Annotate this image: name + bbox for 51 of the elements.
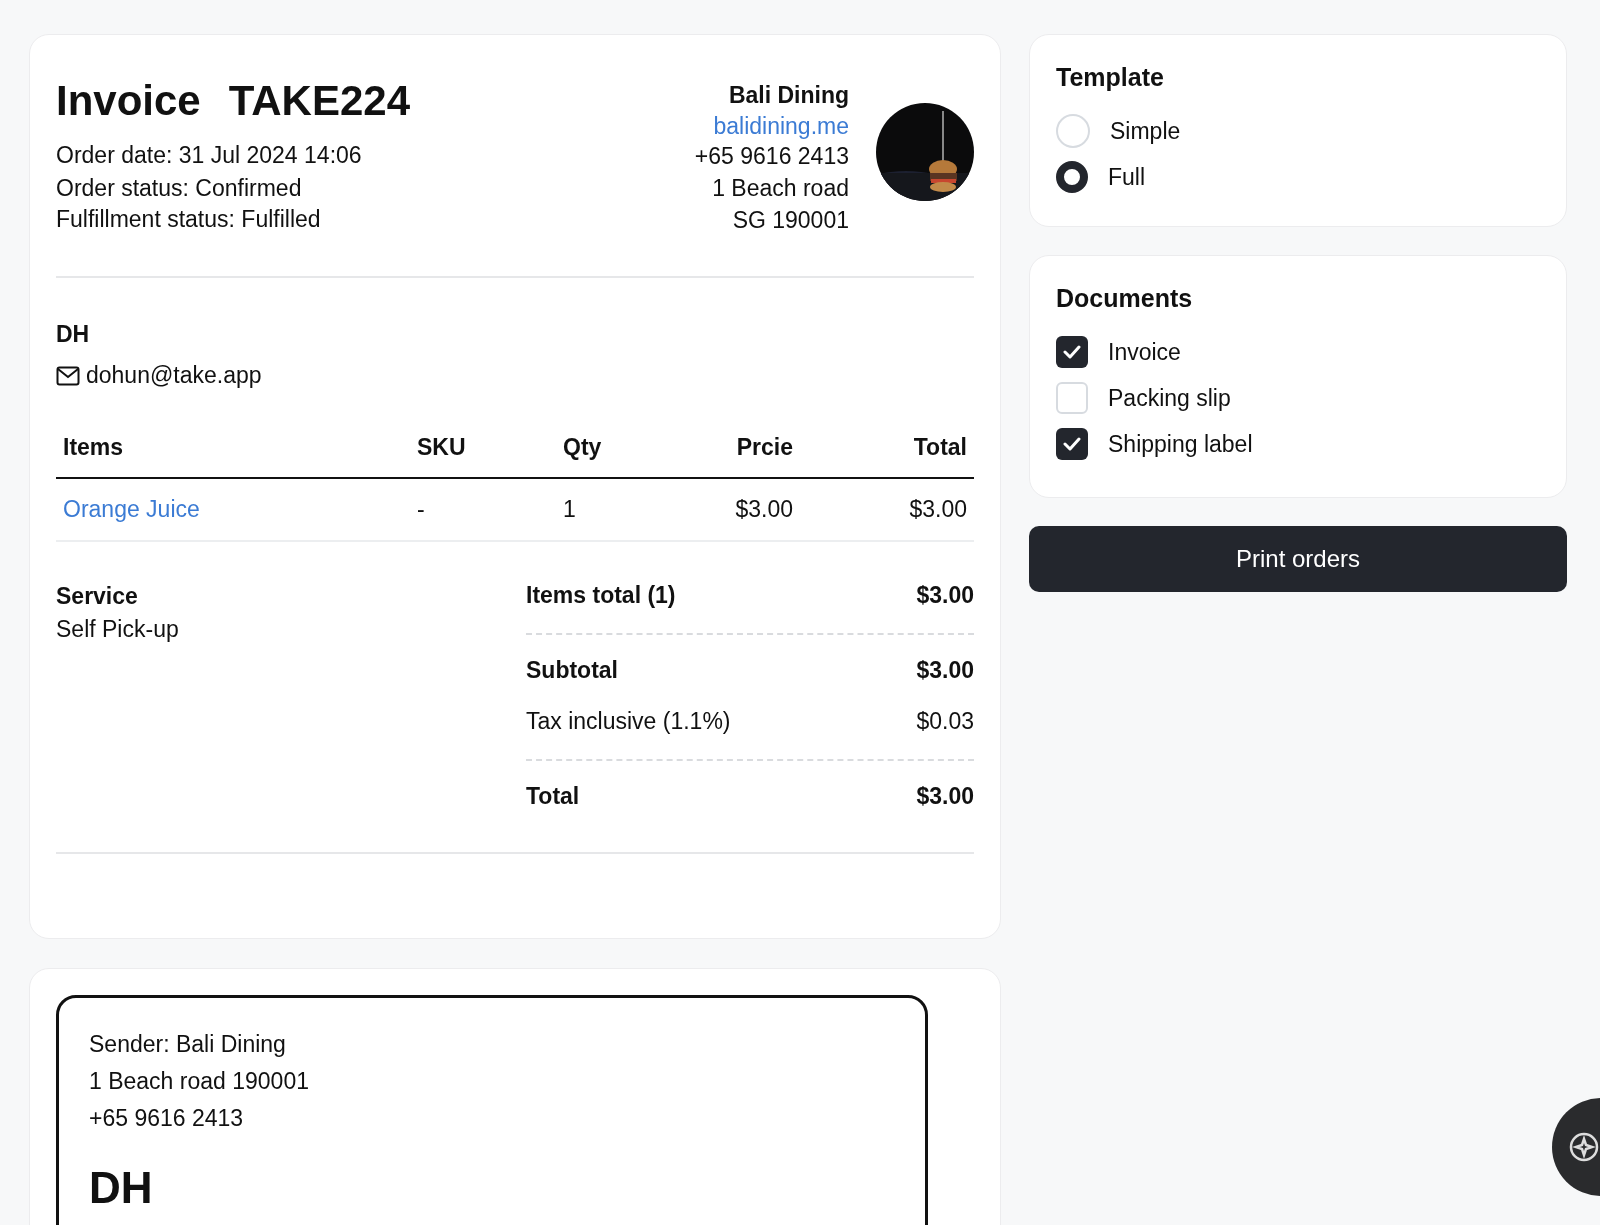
service-value: Self Pick-up bbox=[56, 615, 179, 644]
checkbox[interactable] bbox=[1056, 336, 1088, 368]
sender-detail: 1 Beach road 190001 bbox=[89, 1067, 310, 1096]
recipient-name: DH bbox=[89, 1163, 154, 1213]
option-label: Shipping label bbox=[1108, 430, 1253, 458]
mail-icon bbox=[56, 365, 80, 386]
summary-label: Subtotal bbox=[526, 657, 618, 684]
check-icon bbox=[1063, 437, 1081, 451]
column-header: Prcie bbox=[659, 422, 800, 478]
business-detail: SG 190001 bbox=[732, 206, 849, 235]
sparkle-icon bbox=[1568, 1131, 1600, 1163]
check-icon bbox=[1063, 345, 1081, 359]
column-header: Qty bbox=[556, 422, 660, 478]
column-header: Items bbox=[56, 422, 410, 478]
order-detail: Order date: 31 Jul 2024 14:06 bbox=[56, 141, 363, 170]
summary-label: Total bbox=[526, 783, 580, 810]
website-link[interactable]: balidining.me bbox=[713, 112, 849, 140]
customer-email: dohun@take.app bbox=[86, 361, 262, 390]
sender-detail: Sender: Bali Dining bbox=[89, 1030, 287, 1059]
option-label: Simple bbox=[1110, 117, 1181, 145]
column-header: Total bbox=[800, 422, 974, 478]
summary-value: $3.00 bbox=[916, 657, 974, 684]
summary-value: $3.00 bbox=[916, 582, 974, 609]
business-name: Bali Dining bbox=[728, 81, 849, 110]
table-cell: - bbox=[410, 478, 556, 541]
business-detail: 1 Beach road bbox=[712, 174, 849, 203]
print-button[interactable]: Print orders bbox=[1029, 526, 1567, 592]
order-detail: Order status: Confirmed bbox=[56, 174, 303, 203]
option-label: Invoice bbox=[1108, 338, 1181, 366]
table-cell: 1 bbox=[556, 478, 660, 541]
checkbox[interactable] bbox=[1056, 428, 1088, 460]
order-detail: Fulfillment status: Fulfilled bbox=[56, 205, 322, 234]
summary-label: Items total (1) bbox=[526, 582, 676, 609]
service-label: Service bbox=[56, 582, 139, 611]
summary-label: Tax inclusive (1.1%) bbox=[526, 708, 731, 735]
option-label: Packing slip bbox=[1108, 384, 1231, 412]
item-link[interactable]: Orange Juice bbox=[63, 496, 200, 522]
option-label: Full bbox=[1108, 163, 1146, 191]
radio-button[interactable] bbox=[1056, 161, 1088, 193]
template-title: Template bbox=[1056, 63, 1165, 92]
summary-value: $0.03 bbox=[916, 708, 974, 735]
table-cell: $3.00 bbox=[800, 478, 974, 541]
documents-title: Documents bbox=[1056, 284, 1194, 313]
business-detail: +65 9616 2413 bbox=[694, 142, 849, 171]
column-header: SKU bbox=[410, 422, 556, 478]
checkbox[interactable] bbox=[1056, 382, 1088, 414]
sender-detail: +65 9616 2413 bbox=[89, 1104, 245, 1133]
table-cell: $3.00 bbox=[659, 478, 800, 541]
summary-value: $3.00 bbox=[916, 783, 974, 810]
customer-name: DH bbox=[56, 320, 91, 349]
invoice-title: Invoice TAKE224 bbox=[56, 77, 411, 125]
